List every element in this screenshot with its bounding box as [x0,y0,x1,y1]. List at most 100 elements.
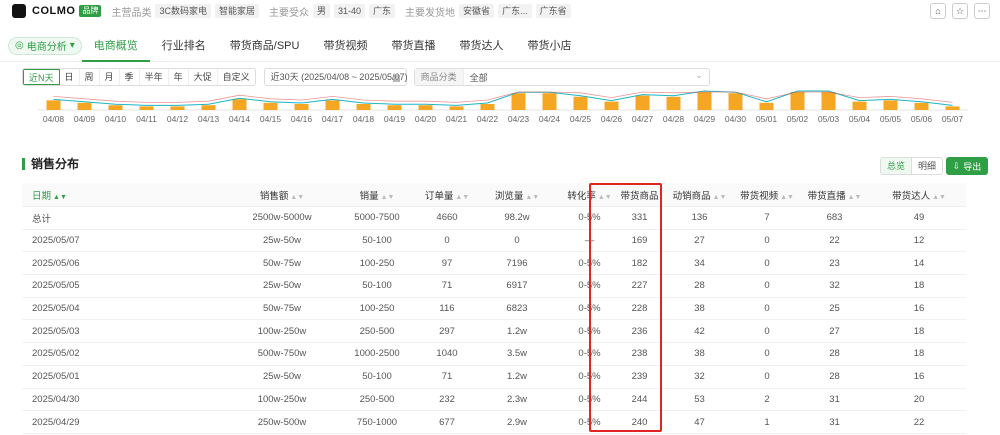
column-header-sales-amount[interactable]: 销售额 ▲▼ [222,188,342,202]
period-selector: 近N天 日 周 月 季 半年 年 大促 自定义 [22,68,256,86]
ecommerce-analysis-dropdown[interactable]: ◎ 电商分析 ▾ [8,36,82,55]
period-last-n-days[interactable]: 近N天 [23,69,60,85]
sort-icon: ▲▼ [780,193,794,201]
view-detail-button[interactable]: 明细 [912,158,942,174]
chart-bar [883,100,898,110]
table-cell: 0 [764,235,770,247]
category-select[interactable]: 商品分类 全部 ⌄ [413,68,710,86]
sort-icon: ▲▼ [597,193,612,201]
table-header-row: 日期 ▲▼ 销售额 ▲▼ 销量 ▲▼ 订单量 ▲▼ 浏览量 ▲▼ 转化率 ▲▼ 带货商品 动… [22,183,966,207]
chart-x-tick-label: 04/15 [260,114,282,124]
column-header-live[interactable]: 带货直播 ▲▼ [797,188,872,202]
table-cell: 20 [913,393,925,405]
column-header-active-products[interactable]: 动销商品 ▲▼ [662,188,737,202]
home-icon[interactable]: ⌂ [930,3,946,19]
table-cell: 2025/04/29 [32,416,80,428]
ship-tag: 广东省 [535,4,571,18]
table-cell: 0-5% [578,257,601,269]
table-row: 2025/05/03 100w-250w 250-500 297 1.2w 0-5% 236… [22,320,966,344]
chart-x-tick-label: 04/25 [570,114,592,124]
date-range-picker[interactable]: 近30天 (2025/04/08 ~ 2025/05/07) ▦ [263,68,407,86]
more-icon[interactable]: ⋯ [974,3,990,19]
chart-bar [728,93,743,110]
column-header-sales-volume[interactable]: 销量 ▲▼ [342,188,412,202]
table-cell: 12 [913,235,925,247]
tab-products-spu[interactable]: 带货商品/SPU [218,30,312,62]
column-header-date[interactable]: 日期 ▲▼ [22,188,222,202]
column-header-orders[interactable]: 订单量 ▲▼ [412,188,482,202]
audience-tag: 31-40 [334,4,366,18]
tab-influencers[interactable]: 带货达人 [447,30,515,62]
table-cell: 0 [764,257,770,269]
table-cell: 2025/05/03 [32,325,80,337]
table-cell: 100-250 [359,303,395,315]
chart-bar [232,99,247,110]
table-cell: 71 [441,280,453,292]
view-overview-button[interactable]: 总览 [881,158,913,174]
chart-x-tick-label: 05/04 [849,114,871,124]
period-month[interactable]: 月 [100,69,120,85]
table-cell: 136 [691,212,708,224]
chart-bar [635,95,650,110]
tab-shops[interactable]: 带货小店 [515,30,583,62]
table-cell: 182 [631,257,648,269]
table-cell: 250-500 [359,325,395,337]
table-cell: 25w-50w [262,235,302,247]
period-half-year[interactable]: 半年 [140,69,169,85]
period-custom[interactable]: 自定义 [218,69,255,85]
tab-overview[interactable]: 电商概览 [81,30,150,62]
tab-industry-ranking[interactable]: 行业排名 [150,30,218,62]
star-icon[interactable]: ☆ [952,3,968,19]
table-cell: 2025/04/30 [32,393,80,405]
sort-icon: ▲▼ [525,193,540,201]
column-header-products[interactable]: 带货商品 [617,188,662,202]
table-cell: 228 [631,303,648,315]
tab-videos[interactable]: 带货视频 [311,30,379,62]
period-quarter[interactable]: 季 [120,69,140,85]
table-cell: 2.3w [506,393,528,405]
chart-x-tick-label: 04/12 [167,114,189,124]
table-cell: 42 [694,325,705,337]
sort-icon: ▲▼ [455,193,470,201]
calendar-icon: ▦ [392,73,401,83]
table-cell: 50w-75w [262,303,302,315]
column-header-conversion[interactable]: 转化率 ▲▼ [552,188,627,202]
tab-live[interactable]: 带货直播 [379,30,447,62]
table-row: 2025/05/06 50w-75w 100-250 97 7196 0-5% 182 34 0… [22,252,966,276]
chevron-down-icon: ⌄ [695,70,703,80]
sales-distribution-table: 日期 ▲▼ 销售额 ▲▼ 销量 ▲▼ 订单量 ▲▼ 浏览量 ▲▼ 转化率 ▲▼ 带货商品 动… [22,183,966,434]
sort-icon: ▲▼ [53,193,67,201]
table-cell: 677 [439,416,455,428]
chart-bar [418,105,433,110]
table-cell: 0-5% [578,325,601,337]
chart-x-tick-label: 04/11 [136,114,157,124]
period-day[interactable]: 日 [60,69,80,85]
dropdown-icon: ◎ [15,40,24,51]
export-button[interactable]: ⇩ 导出 [946,157,988,175]
table-row: 2025/05/04 50w-75w 100-250 116 6823 0-5% 228 38… [22,298,966,321]
column-header-videos[interactable]: 带货视频 ▲▼ [737,188,797,202]
table-cell: 49 [913,212,925,224]
chart-bar [480,104,495,110]
table-cell: 297 [439,325,455,337]
audience-tag: 广东 [369,4,396,18]
column-header-views[interactable]: 浏览量 ▲▼ [482,188,552,202]
table-row: 2025/04/30 100w-250w 250-500 232 2.3w 0-5% 244… [22,389,966,412]
chart-bar [821,92,836,110]
table-cell: 25w-50w [262,371,302,383]
table-cell: 0 [764,348,770,360]
section-title: 销售分布 [22,158,79,170]
table-cell: 2025/05/07 [32,235,80,247]
table-cell: 116 [439,303,455,315]
period-year[interactable]: 年 [169,69,189,85]
period-promotion[interactable]: 大促 [189,69,218,85]
table-cell: 331 [631,212,648,224]
chart-bar [542,93,557,110]
column-header-influencers[interactable]: 带货达人 ▲▼ [872,188,966,202]
audience-tag: 男 [312,4,330,18]
table-total-row: 总计 2500w-5000w 5000-7500 4660 98.2w 0-5% 331 13… [22,207,966,230]
period-week[interactable]: 周 [80,69,100,85]
chart-x-tick-label: 05/03 [818,114,840,124]
chart-x-tick-label: 04/19 [384,114,406,124]
table-cell: 1.2w [506,325,528,337]
